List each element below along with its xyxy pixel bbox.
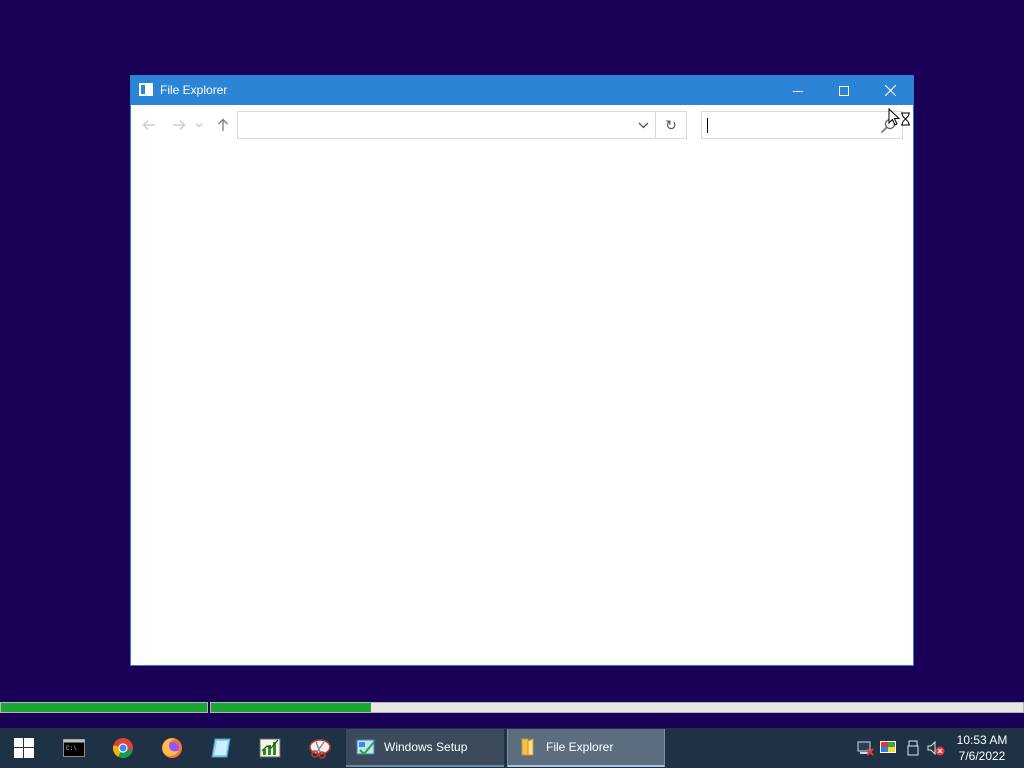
- taskbar-command-prompt[interactable]: C:\: [50, 728, 98, 768]
- chevron-down-icon: [638, 122, 648, 128]
- start-button[interactable]: [0, 728, 48, 768]
- close-button[interactable]: [867, 76, 913, 105]
- resource-monitor-icon: [259, 738, 281, 758]
- arrow-right-icon: [173, 120, 186, 130]
- window-title: File Explorer: [160, 83, 228, 97]
- file-list-area[interactable]: [131, 145, 913, 665]
- taskbar-task-file-explorer[interactable]: File Explorer: [507, 729, 665, 767]
- command-prompt-icon: C:\: [63, 739, 85, 757]
- minimize-icon: [793, 90, 803, 92]
- taskbar-notepad[interactable]: [197, 728, 245, 768]
- notepad-icon: [211, 738, 231, 758]
- progress-bar: [210, 702, 1024, 713]
- navigation-toolbar: ↻: [131, 105, 913, 145]
- progress-strip: [0, 702, 1024, 713]
- close-icon: [884, 85, 896, 96]
- clock-time: 10:53 AM: [956, 733, 1008, 747]
- file-explorer-icon: [139, 83, 153, 96]
- taskbar-resource-monitor[interactable]: [246, 728, 294, 768]
- progress-fill: [211, 703, 371, 712]
- network-icon[interactable]: [856, 740, 874, 756]
- file-explorer-window: File Explorer ↻: [130, 75, 914, 666]
- maximize-icon: [839, 85, 849, 96]
- clock[interactable]: 10:53 AM 7/6/2022: [950, 732, 1014, 764]
- arrow-left-icon: [142, 120, 155, 130]
- chrome-icon: [112, 738, 133, 759]
- recent-locations-button[interactable]: [193, 115, 205, 135]
- minimize-button[interactable]: [775, 76, 821, 105]
- forward-button[interactable]: [169, 115, 189, 135]
- search-input[interactable]: [702, 112, 890, 138]
- snipping-tool-icon: [309, 739, 331, 759]
- title-bar[interactable]: File Explorer: [131, 76, 913, 105]
- progress-fill: [1, 703, 207, 712]
- search-box[interactable]: [701, 111, 903, 139]
- search-icon: [880, 118, 896, 134]
- refresh-icon: ↻: [665, 116, 677, 133]
- firefox-icon: [162, 738, 182, 758]
- windows-start-icon: [14, 738, 34, 758]
- windows-setup-icon: [356, 739, 375, 756]
- volume-muted-icon[interactable]: [927, 740, 945, 756]
- taskbar-snipping-tool[interactable]: [296, 728, 344, 768]
- back-button[interactable]: [139, 115, 159, 135]
- svg-text:C:\: C:\: [66, 745, 77, 752]
- taskbar-firefox[interactable]: [148, 728, 196, 768]
- clock-date: 7/6/2022: [958, 749, 1006, 763]
- taskbar-task-windows-setup[interactable]: Windows Setup: [346, 729, 504, 767]
- task-label: File Explorer: [546, 740, 614, 754]
- arrow-up-icon: [218, 118, 228, 131]
- taskbar: C:\ Windows Setup File Explorer 10:53 AM…: [0, 728, 1024, 768]
- maximize-button[interactable]: [821, 76, 867, 105]
- text-caret: [707, 118, 708, 133]
- address-bar[interactable]: ↻: [237, 111, 687, 139]
- display-icon[interactable]: [879, 740, 897, 756]
- up-button[interactable]: [213, 115, 233, 135]
- address-input[interactable]: [238, 112, 640, 138]
- taskbar-chrome[interactable]: [99, 728, 147, 768]
- usb-icon[interactable]: [904, 740, 922, 756]
- folder-icon: [521, 738, 534, 756]
- progress-bar: [0, 702, 208, 713]
- task-label: Windows Setup: [384, 740, 468, 754]
- address-dropdown-button[interactable]: [634, 116, 652, 134]
- refresh-button[interactable]: ↻: [655, 112, 686, 138]
- chevron-down-icon: [195, 123, 203, 128]
